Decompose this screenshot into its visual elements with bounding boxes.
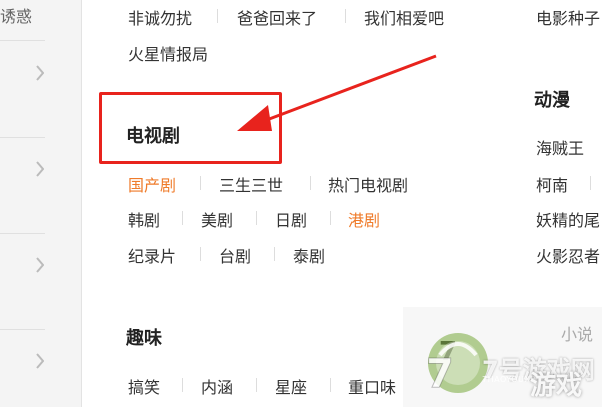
- link-tv-category[interactable]: 港剧: [348, 207, 380, 231]
- link-tv-category[interactable]: 泰剧: [293, 243, 325, 267]
- sidebar-divider: [0, 233, 45, 234]
- link-separator: [590, 176, 591, 190]
- link-variety[interactable]: 非诚勿扰: [128, 5, 192, 29]
- watermark-logo: 7 7号游戏网 7HAOYOUXIWANG 游戏: [420, 325, 602, 407]
- link-variety[interactable]: 爸爸回来了: [237, 5, 317, 29]
- link-separator: [310, 176, 311, 190]
- chevron-right-icon[interactable]: [36, 256, 45, 274]
- link-tv-category[interactable]: 三生三世: [219, 172, 283, 196]
- sidebar-divider: [0, 329, 45, 330]
- chevron-right-icon[interactable]: [36, 352, 45, 370]
- chevron-right-icon[interactable]: [36, 160, 45, 178]
- link-variety[interactable]: 我们相爱吧: [364, 5, 444, 29]
- left-sidebar: 诱惑: [0, 0, 82, 407]
- link-separator: [345, 9, 346, 23]
- link-tv-category[interactable]: 韩剧: [128, 207, 160, 231]
- link-fun[interactable]: 重口味: [348, 374, 396, 398]
- link-anime[interactable]: 火影忍者: [536, 243, 600, 267]
- link-separator: [256, 211, 257, 225]
- link-tv-category[interactable]: 纪录片: [128, 243, 176, 267]
- link-tv-category[interactable]: 台剧: [219, 243, 251, 267]
- link-fun[interactable]: 内涵: [201, 374, 233, 398]
- link-tv-category[interactable]: 美剧: [201, 207, 233, 231]
- link-separator: [182, 211, 183, 225]
- link-separator: [330, 211, 331, 225]
- sidebar-divider: [0, 137, 45, 138]
- link-anime[interactable]: 柯南: [536, 172, 568, 196]
- link-variety[interactable]: 火星情报局: [128, 41, 208, 65]
- sidebar-divider: [0, 40, 45, 41]
- link-fun[interactable]: 搞笑: [128, 374, 160, 398]
- link-separator: [256, 378, 257, 392]
- annotation-highlight-box: [99, 92, 282, 164]
- link-fun[interactable]: 星座: [275, 374, 307, 398]
- link-tv-category[interactable]: 热门电视剧: [328, 172, 408, 196]
- link-separator: [182, 378, 183, 392]
- link-separator: [274, 247, 275, 261]
- link-separator: [200, 247, 201, 261]
- link-anime[interactable]: 海贼王: [536, 135, 584, 159]
- link-separator: [330, 378, 331, 392]
- sidebar-top-label[interactable]: 诱惑: [0, 0, 32, 27]
- link-tv-category[interactable]: 国产剧: [128, 172, 176, 196]
- section-title-fun: 趣味: [126, 328, 162, 349]
- link-tv-category[interactable]: 日剧: [275, 207, 307, 231]
- link-anime[interactable]: 妖精的尾: [536, 207, 600, 231]
- svg-text:7: 7: [426, 351, 454, 397]
- chevron-right-icon[interactable]: [36, 64, 45, 82]
- link-separator: [217, 9, 218, 23]
- link-separator: [200, 176, 201, 190]
- watermark-big-text: 游戏: [530, 371, 583, 401]
- section-title-anime: 动漫: [534, 90, 570, 111]
- link-movie-seed[interactable]: 电影种子: [536, 5, 600, 29]
